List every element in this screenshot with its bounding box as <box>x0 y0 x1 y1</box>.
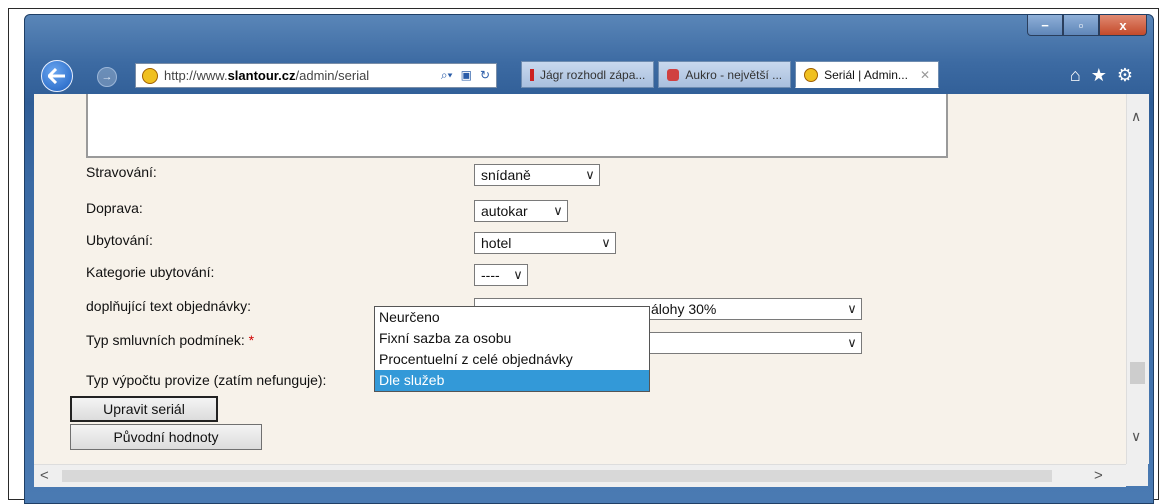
dropdown-option-fixni[interactable]: Fixní sazba za osobu <box>375 328 649 349</box>
chevron-down-icon: ∨ <box>601 235 611 250</box>
favorites-star-icon[interactable]: ★ <box>1091 65 1107 86</box>
back-button[interactable] <box>41 60 73 92</box>
scrollbar-corner <box>1126 464 1148 486</box>
vertical-scroll-thumb[interactable] <box>1130 362 1145 384</box>
dropdown-option-procentuelni[interactable]: Procentuelní z celé objednávky <box>375 349 649 370</box>
ubytovani-select[interactable]: hotel ∨ <box>474 232 616 254</box>
doprava-select[interactable]: autokar ∨ <box>474 200 568 222</box>
compatibility-view-icon[interactable]: ▣ <box>461 68 472 83</box>
stravovani-value: snídaně <box>481 167 531 183</box>
navigation-bar: → http://www.slantour.cz/admin/serial ⌕▾… <box>31 57 1147 93</box>
typ-smluvnich-label: Typ smluvních podmínek: * <box>86 332 255 348</box>
tab-label: Aukro - největší ... <box>685 67 783 82</box>
tab-label: Jágr rozhodl zápa... <box>540 67 646 82</box>
settings-gear-icon[interactable]: ⚙ <box>1117 65 1133 86</box>
dropdown-option-neurceno[interactable]: Neurčeno <box>375 307 649 328</box>
page-content: Stravování: snídaně ∨ Doprava: autokar ∨… <box>34 94 1126 464</box>
browser-toolbar-icons: ⌂ ★ ⚙ <box>1070 65 1133 86</box>
chevron-down-icon: ∨ <box>585 167 595 182</box>
chevron-down-icon: ∨ <box>847 301 857 316</box>
upravit-serial-button[interactable]: Upravit seriál <box>70 396 218 422</box>
tab-jagr[interactable]: Jágr rozhodl zápa... <box>521 61 655 88</box>
chevron-down-icon: ∨ <box>513 267 523 282</box>
address-url: http://www.slantour.cz/admin/serial <box>164 68 370 83</box>
scroll-right-icon[interactable]: > <box>1094 467 1103 484</box>
chevron-down-icon: ∨ <box>847 335 857 350</box>
ubytovani-label: Ubytování: <box>86 232 153 248</box>
doplnujici-label: doplňující text objednávky: <box>86 298 251 314</box>
stravovani-label: Stravování: <box>86 164 157 180</box>
back-arrow-icon <box>48 68 65 84</box>
kategorie-value: ---- <box>481 267 500 283</box>
doprava-value: autokar <box>481 203 528 219</box>
tab-aukro[interactable]: Aukro - největší ... <box>658 61 792 88</box>
maximize-button[interactable]: ▫ <box>1063 15 1099 36</box>
horizontal-scrollbar[interactable]: < > <box>34 464 1126 487</box>
scroll-up-icon[interactable]: ∧ <box>1131 108 1141 125</box>
ubytovani-value: hotel <box>481 235 512 251</box>
forward-button[interactable]: → <box>97 67 117 87</box>
horizontal-scroll-thumb[interactable] <box>62 470 1052 482</box>
doprava-label: Doprava: <box>86 200 143 216</box>
search-icon[interactable]: ⌕▾ <box>441 68 453 83</box>
close-window-button[interactable]: x <box>1099 15 1147 36</box>
scroll-down-icon[interactable]: ∨ <box>1131 428 1141 445</box>
description-textarea[interactable] <box>86 94 948 158</box>
scroll-left-icon[interactable]: < <box>40 467 49 484</box>
tab-strip: Jágr rozhodl zápa... Aukro - největší ..… <box>521 61 939 88</box>
dropdown-option-dle-sluzeb[interactable]: Dle služeb <box>375 370 649 391</box>
chevron-down-icon: ∨ <box>553 203 563 218</box>
typ-vypoctu-label: Typ výpočtu provize (zatím nefunguje): <box>86 372 327 388</box>
required-marker: * <box>248 332 255 348</box>
tab-aukro-favicon-icon <box>667 68 680 81</box>
site-favicon-icon <box>142 67 158 84</box>
kategorie-select[interactable]: ---- ∨ <box>474 264 528 286</box>
puvodni-hodnoty-button[interactable]: Původní hodnoty <box>70 424 262 450</box>
forward-arrow-icon: → <box>101 71 113 83</box>
stravovani-select[interactable]: snídaně ∨ <box>474 164 600 186</box>
tab-jagr-favicon-icon <box>530 68 534 81</box>
home-icon[interactable]: ⌂ <box>1070 65 1081 86</box>
window-controls: − ▫ x <box>1027 15 1147 37</box>
typ-vypoctu-dropdown-list[interactable]: Neurčeno Fixní sazba za osobu Procentuel… <box>374 306 650 392</box>
tab-serial-admin[interactable]: Seriál | Admin... ✕ <box>795 61 939 88</box>
tab-serial-favicon-icon <box>804 67 819 82</box>
tab-label: Seriál | Admin... <box>824 67 908 82</box>
address-bar[interactable]: http://www.slantour.cz/admin/serial ⌕▾ ▣… <box>135 63 497 88</box>
doplnujici-value: álohy 30% <box>651 301 717 317</box>
address-tools: ⌕▾ ▣ ↻ <box>441 68 496 83</box>
refresh-icon[interactable]: ↻ <box>480 68 490 83</box>
kategorie-label: Kategorie ubytování: <box>86 264 215 280</box>
close-tab-icon[interactable]: ✕ <box>920 68 930 82</box>
minimize-button[interactable]: − <box>1027 15 1063 36</box>
vertical-scrollbar[interactable]: ∧ ∨ <box>1126 94 1149 464</box>
